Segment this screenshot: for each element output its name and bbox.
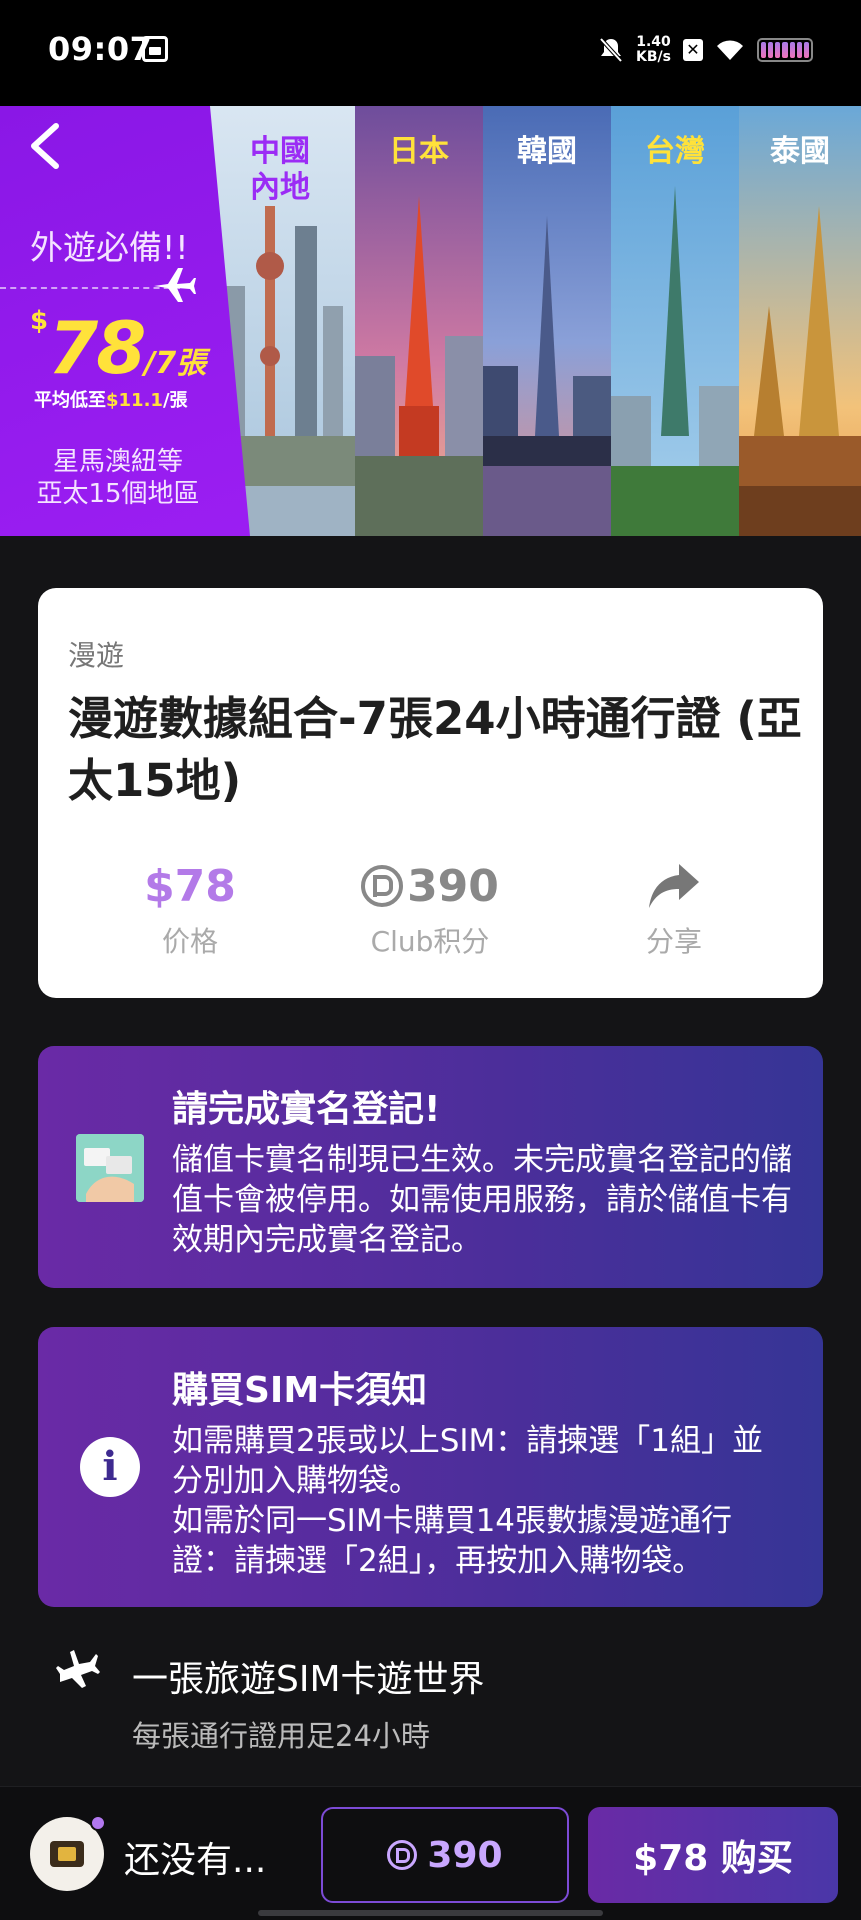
promo-region-line1: 星馬澳紐等	[52, 447, 183, 477]
notification-dot	[90, 1815, 106, 1831]
destination-japan: 日本	[355, 106, 483, 536]
points-label: Club积分	[370, 925, 490, 958]
sim-notice-line2: 如需於同一SIM卡購買14張數據漫遊通行證：請揀選「2組」，再按加入購物袋。	[172, 1503, 733, 1579]
no-sim-icon: ✕	[683, 39, 703, 61]
home-indicator[interactable]	[258, 1910, 603, 1916]
realname-title: 請完成實名登記!	[172, 1089, 441, 1130]
realname-notice[interactable]: 請完成實名登記! 儲值卡實名制現已生效。未完成實名登記的儲值卡會被停用。如需使用…	[38, 1046, 823, 1288]
destination-label: 台灣	[645, 134, 705, 169]
feature-title: 一張旅遊SIM卡遊世界	[132, 1659, 485, 1700]
sim-card-icon	[50, 1841, 84, 1867]
product-card: 漫遊 漫遊數據組合-7張24小時通行證 (亞太15地) $78 价格 390 C…	[38, 588, 823, 998]
network-speed: 1.40 KB/s	[636, 35, 671, 65]
id-card-icon	[76, 1134, 144, 1202]
sim-purchase-notice: i 購買SIM卡須知 如需購買2張或以上SIM：請揀選「1組」並分別加入購物袋。…	[38, 1327, 823, 1607]
promo-price-currency: $	[30, 306, 49, 336]
price-value: $78	[144, 860, 236, 912]
sim-card-avatar[interactable]	[30, 1815, 106, 1891]
wifi-icon	[717, 40, 743, 60]
product-title: 漫遊數據組合-7張24小時通行證 (亞太15地)	[68, 692, 802, 807]
redeem-points-label: 390	[427, 1834, 503, 1876]
sim-notice-title: 購買SIM卡須知	[172, 1370, 428, 1411]
redeem-points-button[interactable]: 390	[321, 1807, 569, 1903]
status-icons: 1.40 KB/s ✕	[598, 30, 813, 70]
realname-body: 儲值卡實名制現已生效。未完成實名登記的儲值卡會被停用。如需使用服務，請於儲值卡有…	[172, 1142, 792, 1258]
promo-must-have: 外遊必備!!	[30, 228, 189, 267]
destination-taiwan: 台灣	[611, 106, 739, 536]
airplane-icon	[154, 268, 196, 302]
promo-price: $78/7張	[30, 306, 206, 390]
net-speed-value: 1.40	[636, 34, 671, 50]
net-speed-unit: KB/s	[636, 49, 671, 65]
info-icon: i	[80, 1437, 140, 1497]
destination-label: 泰國	[770, 134, 830, 169]
promo-price-unit: /7張	[144, 346, 207, 381]
points-stat: 390 Club积分	[330, 858, 530, 960]
price-label: 价格	[161, 925, 218, 958]
sim-notice-line1: 如需購買2張或以上SIM：請揀選「1組」並分別加入購物袋。	[172, 1423, 764, 1499]
mute-icon	[599, 37, 623, 63]
feature-subtitle: 每張通行證用足24小時	[132, 1719, 430, 1753]
share-icon-wrap	[574, 858, 774, 914]
buy-button[interactable]: $78 购买	[588, 1807, 838, 1903]
back-button[interactable]	[20, 118, 76, 174]
club-points-icon	[387, 1840, 418, 1870]
promo-average: 平均低至$11.1/張	[34, 386, 188, 412]
destination-thailand: 泰國	[739, 106, 861, 536]
points-value-row: 390	[330, 858, 530, 914]
sim-notice-body: 如需購買2張或以上SIM：請揀選「1組」並分別加入購物袋。 如需於同一SIM卡購…	[172, 1421, 792, 1581]
product-category: 漫遊	[68, 639, 125, 672]
promo-region-line2: 亞太15個地區	[36, 479, 200, 509]
points-value: 390	[407, 860, 499, 912]
price-stat: $78 价格	[90, 858, 290, 960]
status-time: 09:07	[48, 30, 153, 68]
airplane-icon	[56, 1650, 100, 1688]
club-points-icon	[361, 865, 404, 907]
destination-label: 日本	[389, 134, 449, 169]
promo-region: 星馬澳紐等 亞太15個地區	[0, 446, 236, 510]
promo-avg-unit: /張	[162, 390, 188, 411]
share-label: 分享	[645, 925, 702, 958]
sim-status-text[interactable]: 还没有...	[124, 1831, 266, 1883]
promo-price-amount: 78	[48, 306, 146, 390]
battery-icon	[757, 38, 813, 62]
destination-korea: 韓國	[483, 106, 611, 536]
bottom-action-bar: 还没有... 390 $78 购买	[0, 1786, 861, 1920]
sim-status-icon	[142, 36, 168, 62]
share-button[interactable]: 分享	[574, 858, 774, 960]
promo-avg-prefix: 平均低至	[34, 390, 106, 411]
status-bar: 09:07 1.40 KB/s ✕	[0, 0, 861, 106]
destination-label: 韓國	[517, 134, 577, 169]
share-arrow-icon	[649, 864, 699, 908]
promo-avg-price: $11.1	[106, 390, 163, 411]
